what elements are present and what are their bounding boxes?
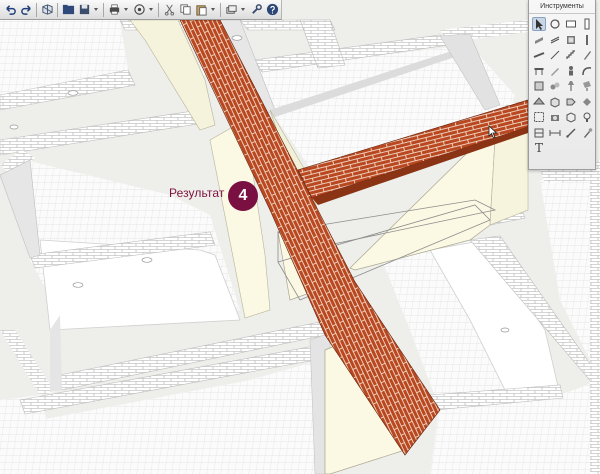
stair-icon[interactable] — [564, 48, 578, 62]
box-icon[interactable] — [564, 110, 578, 124]
roof-icon[interactable] — [532, 95, 546, 109]
cut-icon[interactable] — [162, 3, 176, 17]
column-icon[interactable] — [580, 17, 594, 31]
toolbar-separator — [36, 2, 37, 17]
person-icon[interactable] — [564, 64, 578, 78]
paint-icon[interactable] — [580, 79, 594, 93]
toolbar-separator — [158, 2, 159, 17]
print-dropdown-arrow[interactable] — [123, 3, 129, 17]
model-view-icon[interactable] — [40, 3, 54, 17]
text-tool-glyph: T — [534, 141, 543, 155]
help-icon[interactable] — [265, 3, 279, 17]
main-toolbar — [0, 0, 282, 20]
mouse-cursor-icon — [488, 125, 498, 139]
tag-icon[interactable] — [564, 95, 578, 109]
line-icon[interactable] — [548, 48, 562, 62]
zone-icon[interactable] — [532, 110, 546, 124]
beam-icon[interactable] — [532, 48, 546, 62]
table-icon[interactable] — [532, 64, 546, 78]
light-icon[interactable] — [580, 110, 594, 124]
pointer-icon[interactable] — [532, 17, 546, 31]
tools-panel: Инструменты T — [528, 0, 596, 170]
lamp-icon[interactable] — [564, 79, 578, 93]
wall-icon[interactable] — [564, 17, 578, 31]
toolbar-separator — [103, 2, 104, 17]
tools-panel-title: Инструменты — [529, 0, 595, 14]
eyedropper-icon[interactable] — [580, 126, 594, 140]
3d-model-viewport[interactable] — [0, 0, 600, 474]
window-icon[interactable] — [548, 33, 562, 47]
object-icon[interactable] — [532, 79, 546, 93]
layers-dropdown-arrow[interactable] — [240, 3, 246, 17]
navigate-icon[interactable] — [132, 3, 146, 17]
rotate-icon[interactable] — [548, 17, 562, 31]
open-folder-icon[interactable] — [61, 3, 75, 17]
toolbar-separator — [220, 2, 221, 17]
result-label: Результат — [169, 186, 225, 200]
cube-icon[interactable] — [548, 95, 562, 109]
pen-icon[interactable] — [580, 48, 594, 62]
save-dropdown-arrow[interactable] — [93, 3, 99, 17]
print-icon[interactable] — [107, 3, 121, 17]
pencil-icon[interactable] — [548, 64, 562, 78]
section-icon[interactable] — [532, 126, 546, 140]
step-number-badge: 4 — [228, 181, 258, 211]
navigate-dropdown-arrow[interactable] — [148, 3, 154, 17]
tools-grid: T — [529, 14, 595, 157]
dimension-icon[interactable] — [548, 126, 562, 140]
post-icon[interactable] — [580, 33, 594, 47]
camera-icon[interactable] — [548, 110, 562, 124]
group-icon[interactable] — [548, 79, 562, 93]
copy-icon[interactable] — [178, 3, 192, 17]
text-tool-icon[interactable]: T — [532, 141, 546, 155]
undo-icon[interactable] — [3, 3, 17, 17]
save-icon[interactable] — [77, 3, 91, 17]
layers-icon[interactable] — [224, 3, 238, 17]
door-icon[interactable] — [532, 33, 546, 47]
paste-icon[interactable] — [194, 3, 208, 17]
slab-icon[interactable] — [564, 33, 578, 47]
paste-dropdown-arrow[interactable] — [210, 3, 216, 17]
measure-icon[interactable] — [564, 126, 578, 140]
redo-icon[interactable] — [19, 3, 33, 17]
toolbar-separator — [57, 2, 58, 17]
fill-icon[interactable] — [580, 95, 594, 109]
settings-wrench-icon[interactable] — [249, 3, 263, 17]
curve-icon[interactable] — [580, 64, 594, 78]
